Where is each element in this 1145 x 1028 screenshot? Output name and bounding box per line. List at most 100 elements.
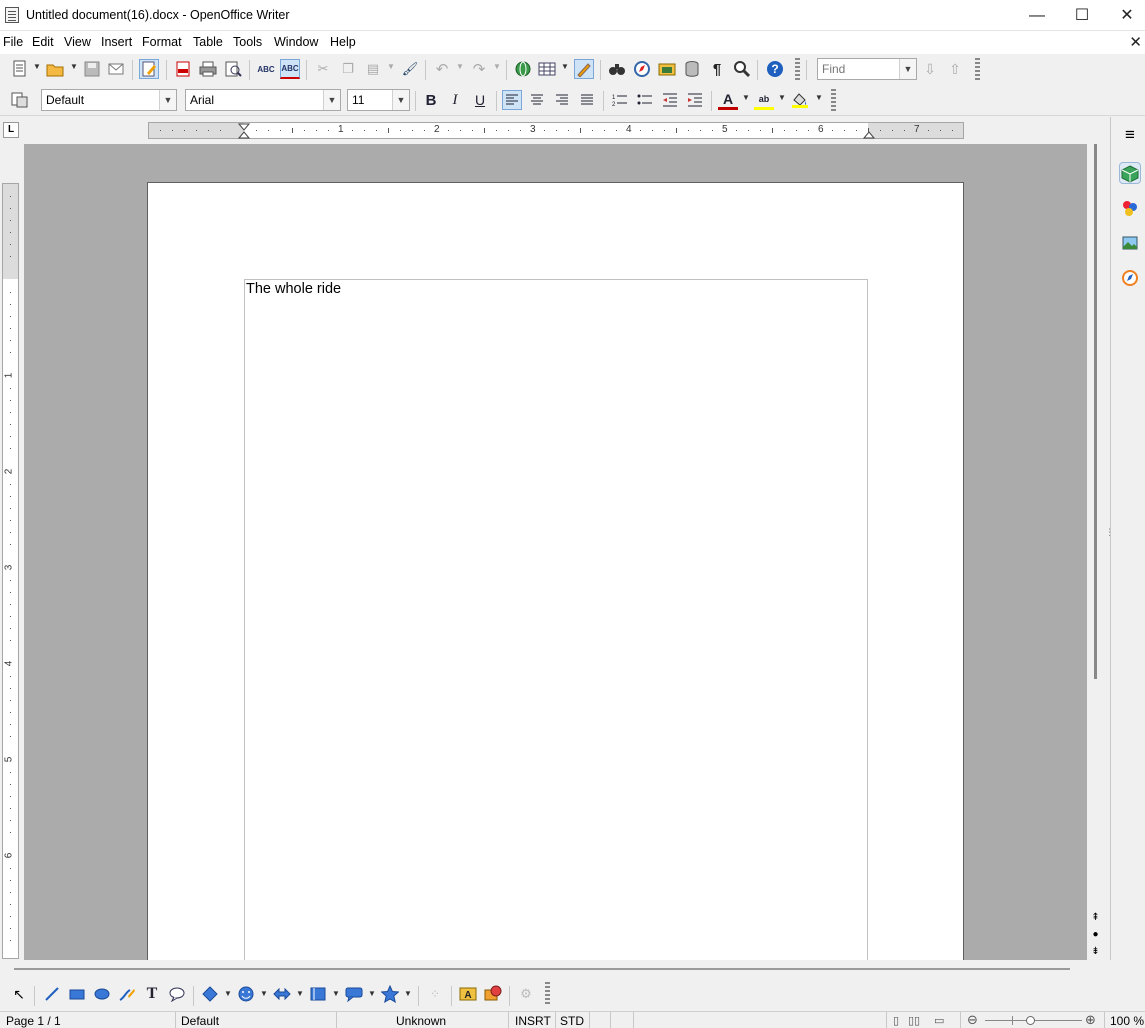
freeform-line-icon[interactable]: [117, 984, 137, 1004]
email-icon[interactable]: [107, 59, 127, 79]
align-left-icon[interactable]: [502, 90, 522, 110]
bullets-icon[interactable]: [635, 90, 655, 110]
spellcheck-icon[interactable]: ABC: [256, 59, 276, 79]
book-view-icon[interactable]: ▭: [934, 1014, 944, 1027]
menu-table[interactable]: Table: [193, 35, 223, 49]
cut-icon[interactable]: ✂: [313, 59, 333, 79]
new-dropdown-icon[interactable]: ▼: [33, 62, 41, 71]
styles-formatting-icon[interactable]: [10, 90, 30, 110]
find-toolbar-grip[interactable]: [975, 58, 980, 82]
page-indicator[interactable]: Page 1 / 1: [6, 1014, 61, 1028]
select-icon[interactable]: ↖: [9, 984, 29, 1004]
highlight-icon[interactable]: ab: [754, 90, 774, 110]
find-dropdown-icon[interactable]: ▼: [899, 59, 916, 79]
redo-icon[interactable]: ↷: [469, 59, 489, 79]
language-indicator[interactable]: Unknown: [396, 1014, 446, 1028]
navigator-icon[interactable]: [632, 59, 652, 79]
print-icon[interactable]: [198, 59, 218, 79]
toolbar-grip[interactable]: [795, 58, 800, 82]
find-replace-icon[interactable]: [607, 59, 627, 79]
scrollbar-thumb[interactable]: [1094, 144, 1097, 679]
tab-type-selector[interactable]: L: [3, 122, 19, 138]
undo-dropdown-icon[interactable]: ▼: [456, 62, 464, 71]
previous-page-icon[interactable]: ⇞: [1089, 911, 1102, 924]
insert-mode-indicator[interactable]: INSRT: [515, 1014, 551, 1028]
help-icon[interactable]: ?: [765, 59, 785, 79]
selection-mode-indicator[interactable]: STD: [560, 1014, 584, 1028]
stars-dropdown-icon[interactable]: ▼: [404, 989, 412, 998]
from-file-icon[interactable]: [483, 984, 503, 1004]
paste-icon[interactable]: ▤: [363, 59, 383, 79]
sidebar-collapse-handle[interactable]: ⋮: [1105, 527, 1114, 538]
vertical-scrollbar[interactable]: ⇞ ● ⇟: [1087, 144, 1104, 960]
document-page[interactable]: The whole ride: [147, 182, 964, 999]
paste-dropdown-icon[interactable]: ▼: [387, 62, 395, 71]
hyperlink-icon[interactable]: [513, 59, 533, 79]
navigator-icon[interactable]: [1119, 267, 1141, 289]
increase-indent-icon[interactable]: [685, 90, 705, 110]
bold-icon[interactable]: B: [421, 90, 441, 110]
zoom-out-icon[interactable]: ⊖: [967, 1012, 978, 1028]
flowchart-dropdown-icon[interactable]: ▼: [332, 989, 340, 998]
basic-shapes-icon[interactable]: [200, 984, 220, 1004]
left-indent-marker-icon[interactable]: [238, 123, 250, 139]
text-icon[interactable]: T: [142, 984, 162, 1004]
font-size-select[interactable]: 11 ▼: [347, 89, 410, 111]
underline-icon[interactable]: U: [470, 90, 490, 110]
table-icon[interactable]: [537, 59, 557, 79]
justify-icon[interactable]: [577, 90, 597, 110]
numbering-icon[interactable]: 12: [610, 90, 630, 110]
italic-icon[interactable]: I: [445, 90, 465, 110]
rectangle-icon[interactable]: [67, 984, 87, 1004]
flowchart-icon[interactable]: [308, 984, 328, 1004]
find-next-icon[interactable]: ⇩: [920, 59, 940, 79]
symbol-shapes-icon[interactable]: [236, 984, 256, 1004]
edit-mode-icon[interactable]: [139, 59, 159, 79]
export-pdf-icon[interactable]: [173, 59, 193, 79]
right-indent-marker-icon[interactable]: [863, 123, 875, 139]
save-icon[interactable]: [82, 59, 102, 79]
maximize-button[interactable]: ☐: [1059, 0, 1105, 31]
background-color-dropdown-icon[interactable]: ▼: [815, 93, 823, 102]
find-previous-icon[interactable]: ⇧: [945, 59, 965, 79]
align-center-icon[interactable]: [527, 90, 547, 110]
close-document-icon[interactable]: ✕: [1129, 33, 1142, 51]
zoom-slider-handle[interactable]: [1026, 1016, 1035, 1025]
font-size-dropdown-icon[interactable]: ▼: [392, 90, 409, 110]
background-color-icon[interactable]: [790, 90, 810, 110]
horizontal-ruler[interactable]: 1 2 3 4 5 6 7: [148, 122, 964, 139]
undo-icon[interactable]: ↶: [432, 59, 452, 79]
page-style-indicator[interactable]: Default: [181, 1014, 219, 1028]
zoom-level[interactable]: 100 %: [1110, 1014, 1144, 1028]
extrusion-icon[interactable]: ⚙: [516, 984, 536, 1004]
menu-format[interactable]: Format: [142, 35, 182, 49]
navigation-icon[interactable]: ●: [1089, 928, 1102, 941]
points-icon[interactable]: ⁘: [425, 984, 445, 1004]
menu-help[interactable]: Help: [330, 35, 356, 49]
properties-icon[interactable]: [1119, 162, 1141, 184]
drawing-toolbar-grip[interactable]: [545, 982, 550, 1006]
styles-icon[interactable]: [1119, 197, 1141, 219]
callout-shapes-icon[interactable]: [344, 984, 364, 1004]
redo-dropdown-icon[interactable]: ▼: [493, 62, 501, 71]
horizontal-scrollbar[interactable]: [14, 968, 1070, 970]
basic-shapes-dropdown-icon[interactable]: ▼: [224, 989, 232, 998]
menu-insert[interactable]: Insert: [101, 35, 132, 49]
paragraph-style-dropdown-icon[interactable]: ▼: [159, 90, 176, 110]
show-draw-icon[interactable]: [574, 59, 594, 79]
open-dropdown-icon[interactable]: ▼: [70, 62, 78, 71]
menu-file[interactable]: File: [3, 35, 23, 49]
gallery-icon[interactable]: [1119, 232, 1141, 254]
decrease-indent-icon[interactable]: [660, 90, 680, 110]
find-input[interactable]: Find ▼: [817, 58, 917, 80]
font-color-dropdown-icon[interactable]: ▼: [742, 93, 750, 102]
menu-tools[interactable]: Tools: [233, 35, 262, 49]
paragraph-style-select[interactable]: Default ▼: [41, 89, 177, 111]
sidebar-menu-icon[interactable]: ≡: [1119, 124, 1141, 146]
zoom-in-icon[interactable]: ⊕: [1085, 1012, 1096, 1028]
menu-view[interactable]: View: [64, 35, 91, 49]
menu-edit[interactable]: Edit: [32, 35, 54, 49]
block-arrows-icon[interactable]: [272, 984, 292, 1004]
formatting-toolbar-grip[interactable]: [831, 89, 836, 113]
callout-shapes-dropdown-icon[interactable]: ▼: [368, 989, 376, 998]
